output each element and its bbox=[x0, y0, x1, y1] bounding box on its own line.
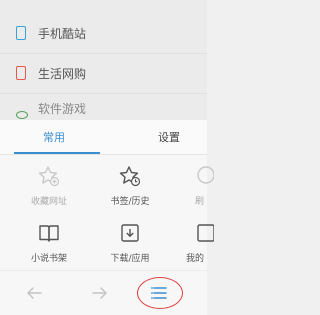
downloads-apps-button[interactable]: 下载/应用 bbox=[95, 221, 165, 277]
tab-settings[interactable]: 设置 bbox=[158, 129, 180, 145]
back-button[interactable] bbox=[22, 281, 46, 305]
add-bookmark-label: 收藏网址 bbox=[30, 197, 67, 207]
bookmarks-history-button[interactable]: 书签/历史 bbox=[95, 164, 165, 220]
downloads-apps-label: 下载/应用 bbox=[110, 254, 150, 264]
list-item-label: 软件游戏 bbox=[38, 102, 87, 116]
phone-icon bbox=[16, 26, 26, 40]
list-item-games[interactable]: 软件游戏 bbox=[0, 94, 207, 120]
refresh-label: 刷 bbox=[195, 197, 205, 207]
arrow-right-icon bbox=[92, 287, 107, 299]
forward-button[interactable] bbox=[88, 281, 112, 305]
tab-bar: 常用 设置 bbox=[0, 120, 207, 154]
list-item-label: 生活网购 bbox=[38, 67, 87, 81]
star-clock-icon bbox=[119, 166, 141, 187]
divider bbox=[0, 154, 207, 155]
book-icon bbox=[39, 225, 59, 242]
my-icon bbox=[197, 224, 214, 242]
list-item-label: 手机酷站 bbox=[38, 27, 87, 41]
highlight-circle bbox=[137, 277, 183, 309]
download-icon bbox=[121, 224, 139, 242]
game-icon bbox=[16, 111, 28, 119]
my-label: 我的 bbox=[186, 254, 205, 264]
shopping-icon bbox=[16, 66, 26, 80]
novel-shelf-button[interactable]: 小说书架 bbox=[14, 221, 84, 277]
menu-sheet: 常用 设置 收藏网址 书签/历史 刷 小说书架 下载/应用 我的 bbox=[0, 120, 214, 315]
list-item-phone-sites[interactable]: 手机酷站 bbox=[0, 14, 207, 54]
star-plus-icon bbox=[38, 166, 60, 187]
bottom-navbar bbox=[0, 270, 207, 315]
refresh-button[interactable]: 刷 bbox=[176, 164, 246, 220]
refresh-icon bbox=[197, 166, 214, 184]
tab-common[interactable]: 常用 bbox=[43, 129, 65, 145]
novel-shelf-label: 小说书架 bbox=[30, 254, 67, 264]
arrow-left-icon bbox=[27, 287, 42, 299]
my-button[interactable]: 我的 bbox=[176, 221, 246, 277]
background-list: 手机酷站 生活网购 软件游戏 bbox=[0, 0, 207, 120]
add-bookmark-button[interactable]: 收藏网址 bbox=[14, 164, 84, 220]
list-item-shopping[interactable]: 生活网购 bbox=[0, 54, 207, 94]
bookmarks-history-label: 书签/历史 bbox=[110, 197, 150, 207]
